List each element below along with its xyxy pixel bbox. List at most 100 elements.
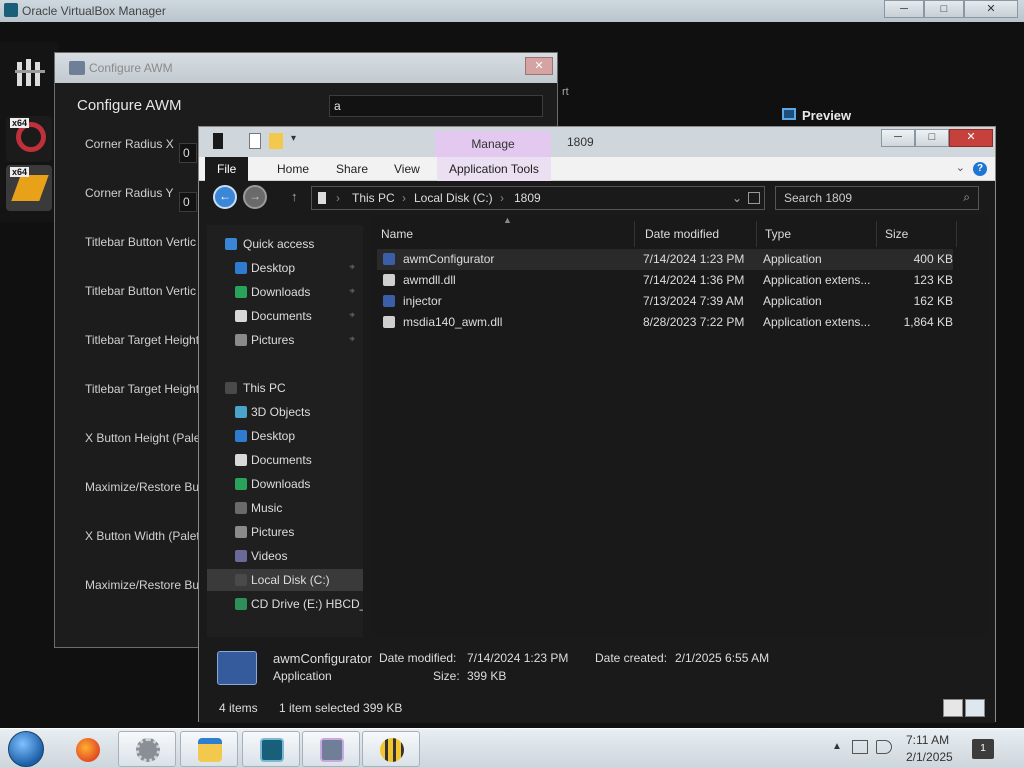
network-icon[interactable] bbox=[852, 740, 868, 754]
breadcrumb-local-disk[interactable]: Local Disk (C:) bbox=[414, 191, 493, 205]
show-hidden-icons-icon[interactable]: ▲ bbox=[832, 741, 842, 752]
nav-item-icon bbox=[235, 430, 247, 442]
awm-setting-value-input[interactable]: 0 bbox=[179, 143, 197, 163]
start-button-label[interactable]: rt bbox=[562, 86, 569, 98]
virtualbox-icon bbox=[260, 738, 284, 762]
back-button[interactable]: ← bbox=[213, 185, 237, 209]
nav-item-documents[interactable]: Documents bbox=[207, 449, 363, 471]
nav-item-pictures[interactable]: Pictures ⌖ bbox=[207, 329, 363, 351]
search-input[interactable]: Search 1809 ⌕ bbox=[775, 186, 979, 210]
breadcrumb-folder[interactable]: 1809 bbox=[514, 191, 541, 205]
tab-share[interactable]: Share bbox=[324, 157, 380, 181]
address-dropdown-icon[interactable]: ⌄ bbox=[732, 191, 742, 205]
explorer-close-button[interactable]: ✕ bbox=[949, 129, 993, 147]
nav-item-local-disk-c[interactable]: Local Disk (C:) bbox=[207, 569, 363, 591]
awm-app-icon bbox=[69, 61, 85, 75]
vbox-minimize-button[interactable]: ─ bbox=[884, 0, 924, 18]
explorer-minimize-button[interactable]: ─ bbox=[881, 129, 915, 147]
taskbar-file-explorer[interactable] bbox=[180, 731, 238, 767]
vm-item-1[interactable]: x64 bbox=[6, 116, 52, 162]
explorer-maximize-button[interactable]: □ bbox=[915, 129, 949, 147]
properties-icon[interactable] bbox=[249, 133, 261, 149]
clock-date[interactable]: 2/1/2025 bbox=[906, 750, 953, 764]
awm-search-input[interactable]: a bbox=[329, 95, 543, 117]
nav-item-desktop[interactable]: Desktop bbox=[207, 425, 363, 447]
forward-button[interactable]: → bbox=[243, 185, 267, 209]
nav-item-this-pc[interactable]: This PC bbox=[207, 377, 363, 399]
vbox-close-button[interactable]: ✕ bbox=[964, 0, 1018, 18]
awm-setting-value-input[interactable]: 0 bbox=[179, 192, 197, 212]
nav-item-music[interactable]: Music bbox=[207, 497, 363, 519]
nav-item-label: Quick access bbox=[243, 237, 315, 251]
nav-item-3d-objects[interactable]: 3D Objects bbox=[207, 401, 363, 423]
nav-item-videos[interactable]: Videos bbox=[207, 545, 363, 567]
clock-time[interactable]: 7:11 AM bbox=[906, 733, 949, 747]
nav-item-icon bbox=[235, 550, 247, 562]
breadcrumb-this-pc[interactable]: This PC bbox=[352, 191, 395, 205]
tab-home[interactable]: Home bbox=[265, 157, 321, 181]
tools-icon[interactable] bbox=[14, 56, 48, 90]
file-row[interactable]: awmdll.dll 7/14/2024 1:36 PM Application e… bbox=[377, 270, 953, 291]
volume-icon[interactable] bbox=[876, 740, 892, 754]
nav-item-quick-access[interactable]: Quick access bbox=[207, 233, 363, 255]
column-header-size[interactable]: Size bbox=[877, 221, 957, 247]
taskbar-virtualbox[interactable] bbox=[242, 731, 300, 767]
taskbar-app-bee[interactable] bbox=[362, 731, 420, 767]
column-header-type[interactable]: Type bbox=[757, 221, 877, 247]
start-button[interactable] bbox=[8, 731, 44, 767]
vm-item-2[interactable]: x64 bbox=[6, 165, 52, 211]
nav-item-label: Videos bbox=[251, 549, 288, 563]
file-size: 123 KB bbox=[913, 273, 953, 287]
large-icons-view-icon[interactable] bbox=[965, 699, 985, 717]
tab-view[interactable]: View bbox=[382, 157, 432, 181]
qat-dropdown-icon[interactable]: ▾ bbox=[291, 133, 299, 149]
awm-app-icon bbox=[320, 738, 344, 762]
folder-icon bbox=[198, 738, 222, 762]
taskbar-firefox[interactable] bbox=[58, 731, 116, 767]
details-date-modified: 7/14/2024 1:23 PM bbox=[467, 651, 569, 665]
awm-close-button[interactable]: ✕ bbox=[525, 57, 553, 75]
details-size: 399 KB bbox=[467, 669, 507, 683]
new-folder-icon[interactable] bbox=[269, 133, 283, 149]
explorer-titlebar: ▾ Manage 1809 ─ □ ✕ bbox=[199, 127, 995, 157]
manage-contextual-tab[interactable]: Manage bbox=[435, 131, 551, 157]
nav-item-icon bbox=[235, 334, 247, 346]
file-row[interactable]: awmConfigurator 7/14/2024 1:23 PM Applicat… bbox=[377, 249, 953, 270]
awm-titlebar: Configure AWM ✕ bbox=[55, 53, 557, 83]
file-size: 400 KB bbox=[913, 252, 953, 266]
details-date-created: 2/1/2025 6:55 AM bbox=[675, 651, 770, 665]
tab-file[interactable]: File bbox=[205, 157, 249, 181]
taskbar-settings[interactable] bbox=[118, 731, 176, 767]
vbox-maximize-button[interactable]: □ bbox=[924, 0, 964, 18]
ribbon-expand-icon[interactable]: ⌄ bbox=[956, 161, 965, 174]
file-row[interactable]: msdia140_awm.dll 8/28/2023 7:22 PM Applica… bbox=[377, 312, 953, 333]
nav-item-desktop[interactable]: Desktop ⌖ bbox=[207, 257, 363, 279]
up-button[interactable]: ↑ bbox=[291, 189, 298, 204]
nav-item-icon bbox=[235, 502, 247, 514]
refresh-icon[interactable] bbox=[748, 192, 760, 204]
nav-item-documents[interactable]: Documents ⌖ bbox=[207, 305, 363, 327]
details-date-created-label: Date created: bbox=[595, 651, 668, 665]
nav-item-icon bbox=[235, 286, 247, 298]
preview-label: Preview bbox=[802, 108, 852, 123]
nav-item-cd-drive-e-hbcd[interactable]: CD Drive (E:) HBCD_ bbox=[207, 593, 363, 615]
file-name: awmdll.dll bbox=[403, 273, 456, 287]
nav-item-downloads[interactable]: Downloads bbox=[207, 473, 363, 495]
details-view-icon[interactable] bbox=[943, 699, 963, 717]
nav-item-downloads[interactable]: Downloads ⌖ bbox=[207, 281, 363, 303]
nav-item-label: Local Disk (C:) bbox=[251, 573, 330, 587]
nav-item-icon bbox=[235, 478, 247, 490]
help-icon[interactable]: ? bbox=[973, 162, 987, 176]
tab-application-tools[interactable]: Application Tools bbox=[437, 157, 551, 181]
file-type: Application extens... bbox=[763, 273, 871, 287]
file-type: Application bbox=[763, 252, 822, 266]
action-center-icon[interactable]: 1 bbox=[972, 739, 994, 759]
address-separator-icon: › bbox=[500, 191, 504, 205]
file-row[interactable]: injector 7/13/2024 7:39 AM Application 162 … bbox=[377, 291, 953, 312]
awm-setting-label: Corner Radius X bbox=[85, 137, 174, 151]
details-date-modified-label: Date modified: bbox=[379, 651, 457, 665]
taskbar-configure-awm[interactable] bbox=[302, 731, 360, 767]
column-header-date-modified[interactable]: Date modified bbox=[637, 221, 757, 247]
nav-item-pictures[interactable]: Pictures bbox=[207, 521, 363, 543]
address-bar[interactable]: › This PC › Local Disk (C:) › 1809 ⌄ bbox=[311, 186, 765, 210]
